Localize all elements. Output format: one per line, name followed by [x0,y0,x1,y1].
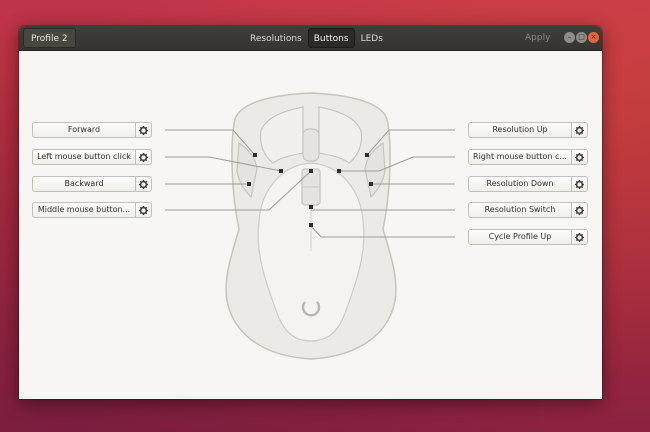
scroll-wheel-icon [302,128,320,162]
maximize-icon[interactable]: □ [576,32,587,43]
gear-icon[interactable] [571,177,587,191]
gear-icon[interactable] [571,230,587,244]
gear-icon[interactable] [571,150,587,164]
mapping-backward[interactable]: Backward [32,176,152,192]
gear-icon[interactable] [571,203,587,217]
tab-leds[interactable]: LEDs [355,28,389,48]
apply-button[interactable]: Apply [520,28,555,48]
close-icon[interactable]: × [588,32,599,43]
mapping-label: Forward [67,125,101,134]
mapping-label: Resolution Up [492,125,548,134]
mapping-label: Left mouse button click [37,152,131,161]
minimize-icon[interactable]: – [564,32,575,43]
mapping-label: Middle mouse button... [37,205,131,214]
mapping-label: Resolution Switch [484,205,556,214]
gear-icon[interactable] [135,123,151,137]
gear-icon[interactable] [135,177,151,191]
mapping-middle-click[interactable]: Middle mouse button... [32,202,152,218]
buttons-page: Forward Left mouse button click Backward… [19,51,602,399]
mapping-label: Backward [64,179,104,188]
mapping-cycle-profile-up[interactable]: Cycle Profile Up [468,229,588,245]
gear-icon[interactable] [135,203,151,217]
mapping-forward[interactable]: Forward [32,122,152,138]
tab-buttons[interactable]: Buttons [307,28,355,48]
piper-window: Profile 2 Resolutions Buttons LEDs Apply… [19,26,602,399]
profile-selector-button[interactable]: Profile 2 [23,28,76,48]
mapping-right-click[interactable]: Right mouse button c... [468,149,588,165]
header-bar: Profile 2 Resolutions Buttons LEDs Apply… [19,26,602,51]
mapping-label: Cycle Profile Up [488,232,552,241]
mouse-diagram [165,92,455,360]
gear-icon[interactable] [135,150,151,164]
tab-resolutions[interactable]: Resolutions [244,28,308,48]
tab-switcher: Resolutions Buttons LEDs [244,28,389,48]
mapping-resolution-switch[interactable]: Resolution Switch [468,202,588,218]
mapping-left-click[interactable]: Left mouse button click [32,149,152,165]
mapping-label: Right mouse button c... [473,152,567,161]
mapping-resolution-down[interactable]: Resolution Down [468,176,588,192]
mapping-resolution-up[interactable]: Resolution Up [468,122,588,138]
gear-icon[interactable] [571,123,587,137]
mapping-label: Resolution Down [486,179,554,188]
